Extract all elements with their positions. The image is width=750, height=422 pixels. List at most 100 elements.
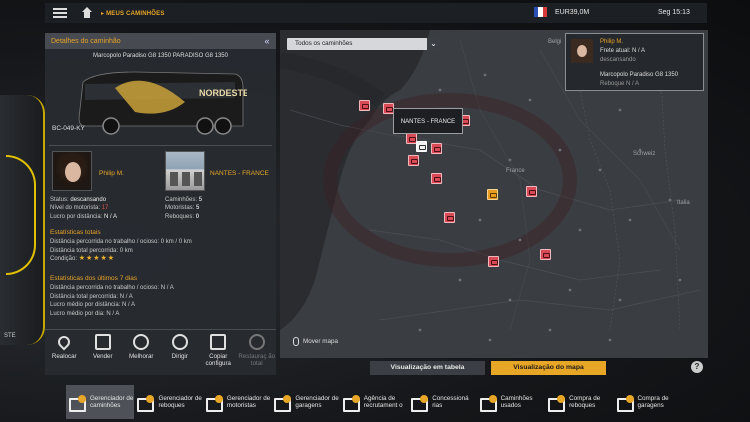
action-label: Realocar [51,353,77,360]
nav-used-trucks[interactable]: Caminhões usados [477,385,545,419]
level-value: 17 [101,205,109,212]
bus-name: Marcopolo Paradiso G8 1350 PARADISO G8 1… [93,53,228,59]
last7-title: Estatísticas dos últimos 7 dias [50,275,138,282]
garage-marker[interactable] [487,189,498,200]
breadcrumb-label: MEUS CAMINHÕES [106,10,165,17]
buy-trailers-icon [548,395,566,412]
truck-marker[interactable] [431,173,442,184]
card-driver-name: Philip M. [600,39,624,45]
money-display: EUR39,0M [555,9,590,16]
panel-header: Detalhes do caminhão [45,33,276,49]
move-map-hint: Mover mapa [293,337,338,346]
nav-buy-trailers[interactable]: Compra de reboques [545,385,613,419]
driver-avatar[interactable] [52,151,92,191]
bottom-navigation: Gerenciador de caminhões Gerenciador de … [66,385,682,419]
map-view-button[interactable]: Visualização do mapa [491,361,606,375]
nav-trailer-manager[interactable]: Gerenciador de reboques [134,385,202,419]
help-icon[interactable]: ? [691,361,703,373]
action-label: Copiar configura [205,353,231,367]
truck-marker[interactable] [359,100,370,111]
card-truck: Marcopolo Paradiso G8 1350 [600,72,679,78]
truck-marker[interactable] [431,143,442,154]
garage-manager-icon [274,395,292,412]
nav-label: Concessioná rias [432,395,469,409]
country-label: France [506,168,525,174]
upgrade-icon [133,334,150,350]
nav-label: Gerenciador de reboques [158,395,202,409]
collapse-panel-icon[interactable]: « [262,36,272,46]
action-label: Vender [92,353,113,360]
drive-button[interactable]: Dirigir [161,330,200,375]
country-label: Schweiz [633,151,656,157]
truck-marker[interactable] [408,155,419,166]
game-clock: Seg 15:13 [658,9,690,16]
driver-name[interactable]: Philip M. [99,170,124,177]
copy-config-button[interactable]: Copiar configura [199,330,238,375]
drivers-label: Motoristas: [165,205,195,212]
garage-stats: Caminhões: 5 Motoristas: 5 Reboques: 0 [165,196,202,221]
driver-avatar-small [571,39,593,63]
status-label: Status: [50,197,69,203]
home-icon[interactable] [81,7,93,19]
garage-image[interactable] [165,151,205,191]
menu-icon[interactable] [53,8,67,18]
truck-marker[interactable] [444,212,455,223]
nav-label: Agência de recrutament o [363,395,403,409]
svg-text:NORDESTE: NORDESTE [199,88,247,98]
action-label: Restauraç ão total [238,353,276,367]
dealer-icon [411,395,429,412]
dropdown-value: Todos os caminhões [295,40,353,47]
nav-label: Caminhões usados [500,395,533,409]
sell-button[interactable]: Vender [84,330,123,375]
relocate-button[interactable]: Realocar [45,330,84,375]
truck-marker[interactable] [526,186,537,197]
profit-value: N / A [104,213,118,220]
country-label: Belgi [548,39,562,45]
card-trailer: Reboque N / A [600,81,640,87]
restore-icon [248,334,265,350]
nav-garage-manager[interactable]: Gerenciador de garagens [271,385,339,419]
last7-stat: Lucro médio por distância: N / A [50,302,136,309]
profit-label: Lucro por distância: [50,213,103,220]
truck-marker[interactable] [488,256,499,267]
level-label: Nível do motorista: [50,205,101,212]
truck-details-panel: Detalhes do caminhão « Marcopolo Paradis… [45,33,276,375]
bus-image: NORDESTE [78,71,247,135]
status-value: descansando [70,197,107,203]
nav-dealers[interactable]: Concessioná rias [408,385,476,419]
upgrade-button[interactable]: Melhorar [122,330,161,375]
nav-label: Compra de garagens [637,395,669,409]
trailers-label: Reboques: [165,213,195,220]
last7-stat: Distância total percorrida: N / A [50,293,133,300]
restore-button[interactable]: Restauraç ão total [238,330,277,375]
breadcrumb: ▸ MEUS CAMINHÕES [101,10,165,17]
selected-truck-marker[interactable] [416,141,427,152]
condition-stars: ★★★★★ [78,255,116,263]
sell-icon [94,334,111,350]
last7-stat: Lucro médio por dia: N / A [50,310,120,317]
france-flag-icon [534,7,547,17]
card-cargo: Frete atual: N / A [600,48,646,54]
nav-label: Gerenciador de garagens [295,395,339,409]
truck-marker[interactable] [540,249,551,260]
condition-label: Condição: [50,256,78,263]
steering-wheel-icon [171,334,188,350]
buy-garages-icon [616,395,635,412]
driver-info-card: Philip M. Frete atual: N / A descansando… [565,33,704,91]
garage-name[interactable]: NANTES - FRANCE [210,170,269,177]
action-label: Dirigir [171,353,188,360]
totals-stat: Distância total percorrida: 0 km [50,247,133,254]
chevron-down-icon[interactable]: ⌄ [427,38,440,50]
truck-manager-icon [69,395,87,412]
trailer-manager-icon [137,395,155,412]
nav-truck-manager[interactable]: Gerenciador de caminhões [66,385,135,419]
nav-driver-manager[interactable]: Gerenciador de motoristas [203,385,271,419]
table-view-button[interactable]: Visualização em tabela [370,361,485,375]
truck-filter-dropdown[interactable]: Todos os caminhões ⌄ [287,38,440,50]
nav-buy-garages[interactable]: Compra de garagens [614,385,682,419]
relocate-icon [55,333,73,351]
nav-recruitment[interactable]: Agência de recrutament o [340,385,408,419]
last7-stats: Distância percorrida no trabalho / ocios… [50,284,174,318]
action-label: Melhorar [129,353,154,360]
totals-stats: Distância percorrida no trabalho / ocios… [50,238,192,264]
